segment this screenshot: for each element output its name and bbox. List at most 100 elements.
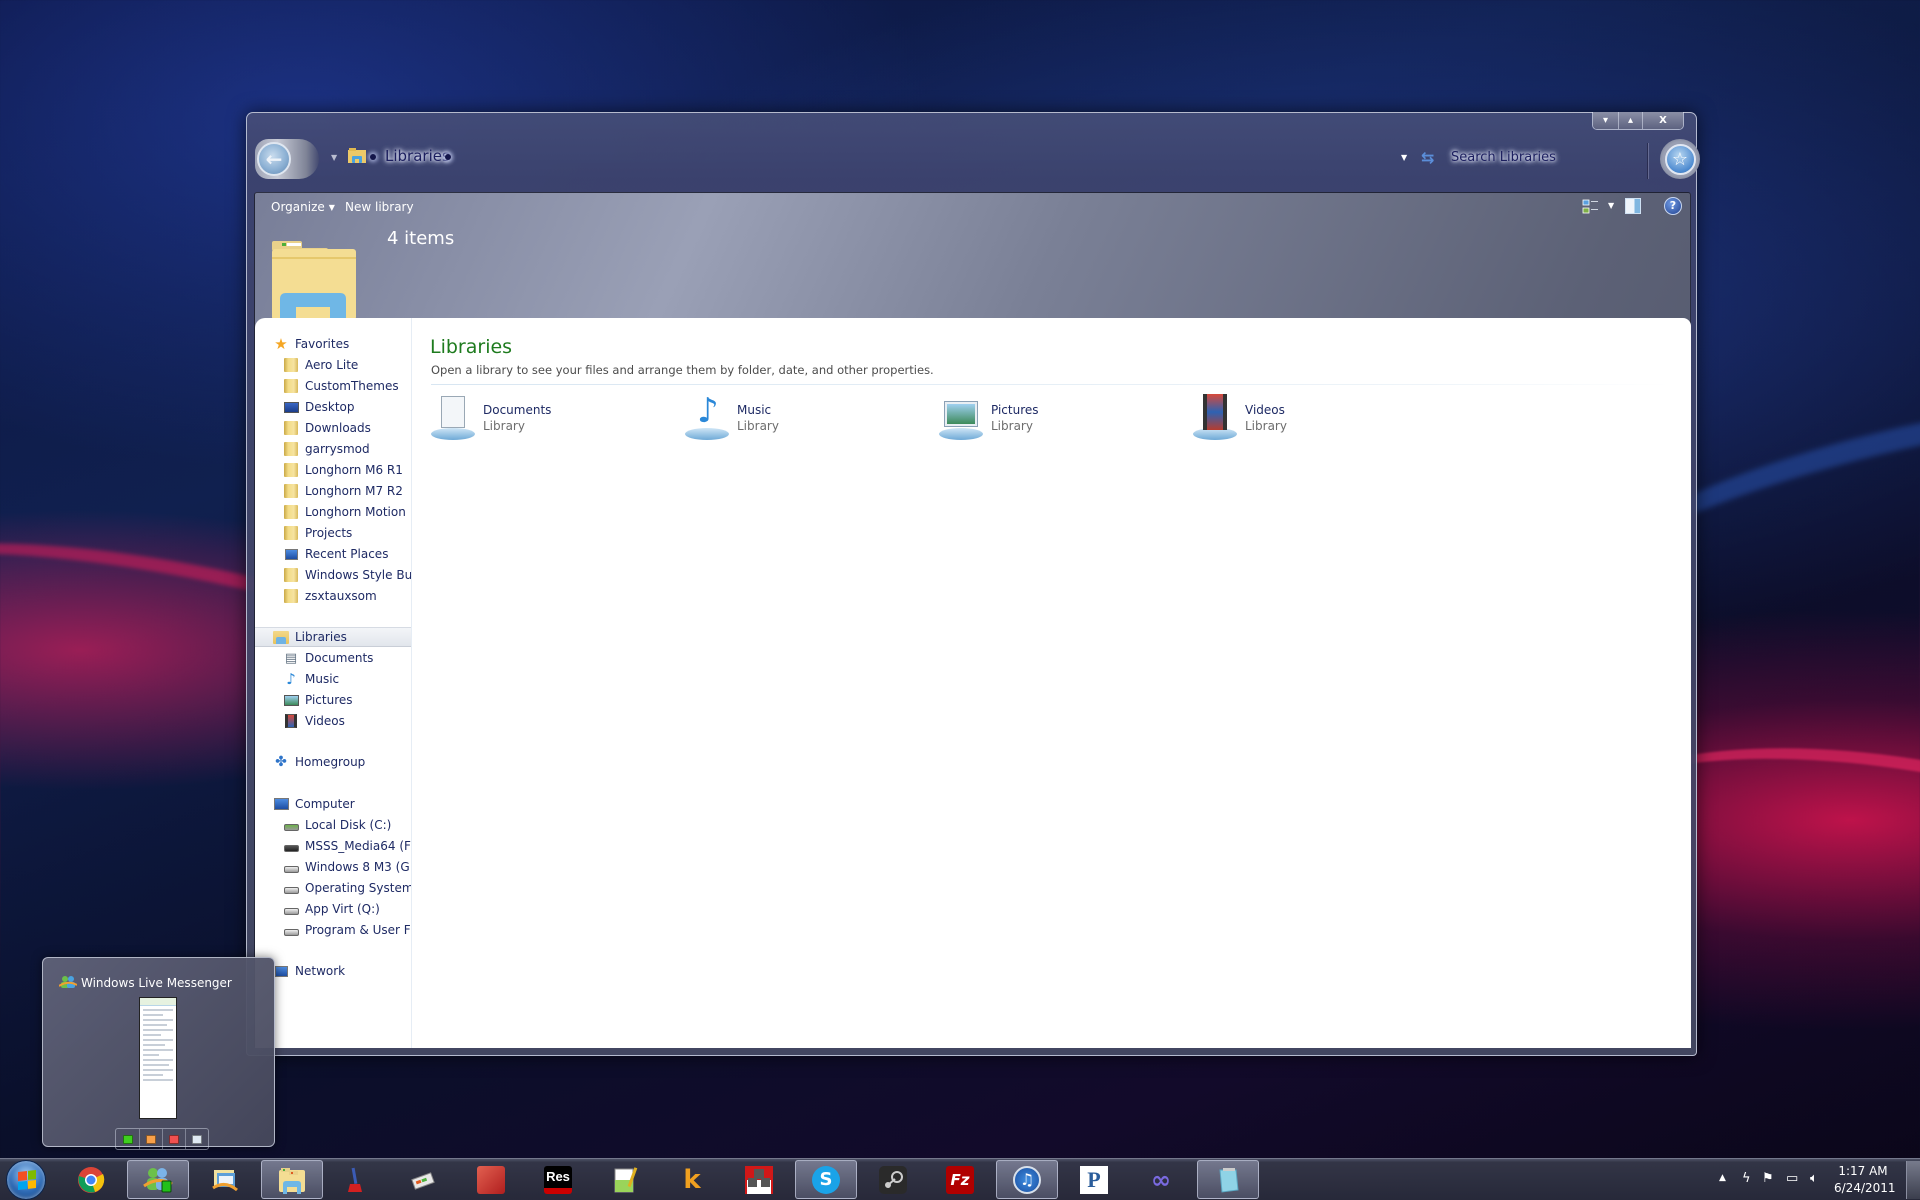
back-arrow-icon: ← xyxy=(257,142,291,176)
clock[interactable]: 1:17 AM 6/24/2011 xyxy=(1834,1163,1896,1197)
power-icon[interactable]: ϟ xyxy=(1742,1171,1751,1186)
library-name: Videos xyxy=(1245,403,1285,417)
taskbar-paint[interactable] xyxy=(325,1160,387,1199)
nav-homegroup[interactable]: ✤ Homegroup xyxy=(255,752,411,772)
nav-libraries[interactable]: Libraries xyxy=(255,627,411,647)
change-view-icon[interactable] xyxy=(1582,198,1600,216)
show-desktop-button[interactable] xyxy=(1906,1161,1920,1199)
folder-icon xyxy=(284,484,298,498)
status-available-button[interactable] xyxy=(116,1129,139,1149)
nav-library-item[interactable]: Pictures xyxy=(255,690,411,710)
taskbar-pdf[interactable] xyxy=(460,1160,522,1199)
taskbar-k-app[interactable]: k xyxy=(661,1160,723,1199)
nav-drive-item[interactable]: Operating Systems ( xyxy=(255,878,411,898)
recent-pages-dropdown[interactable]: ▼ xyxy=(331,153,337,162)
taskbar-skype[interactable]: S xyxy=(795,1160,857,1199)
library-tile-documents[interactable]: Documents Library xyxy=(429,392,679,444)
taskbar-itunes[interactable]: ♫ xyxy=(996,1160,1058,1199)
close-button[interactable]: X xyxy=(1642,112,1683,129)
nav-label: Operating Systems ( xyxy=(305,881,411,895)
view-options-dropdown[interactable]: ▼ xyxy=(1608,201,1614,210)
maximize-button[interactable]: ▴ xyxy=(1618,112,1642,129)
taskbar-visual-studio[interactable]: ∞ xyxy=(1130,1160,1192,1199)
nav-favorite-item[interactable]: garrysmod xyxy=(255,439,411,459)
nav-label: MSSS_Media64 (F:) xyxy=(305,839,412,853)
taskbar-explorer[interactable] xyxy=(261,1160,323,1199)
help-icon[interactable]: ? xyxy=(1664,197,1682,215)
nav-favorite-item[interactable]: Recent Places xyxy=(255,544,411,564)
nav-label: Longhorn M7 R2 xyxy=(305,484,403,498)
nav-favorite-item[interactable]: CustomThemes xyxy=(255,376,411,396)
taskbar-thumbnail-preview[interactable]: Windows Live Messenger xyxy=(42,957,275,1150)
taskbar-resource-hacker[interactable]: Res xyxy=(527,1160,589,1199)
nav-favorite-item[interactable]: Windows Style Build xyxy=(255,565,411,585)
nav-label: Aero Lite xyxy=(305,358,359,372)
nav-library-item[interactable]: ♪ Music xyxy=(255,669,411,689)
preview-pane-icon[interactable] xyxy=(1625,198,1641,214)
taskbar-chrome[interactable] xyxy=(60,1160,122,1199)
nav-drive-item[interactable]: Program & User File xyxy=(255,920,411,940)
address-history-dropdown[interactable]: ▼ xyxy=(1401,153,1407,162)
taskbar-notepadpp[interactable] xyxy=(594,1160,656,1199)
taskbar-style-tool[interactable] xyxy=(392,1160,454,1199)
libraries-icon xyxy=(273,630,289,644)
library-tile-pictures[interactable]: Pictures Library xyxy=(937,392,1187,444)
library-name: Documents xyxy=(483,403,552,417)
nav-favorite-item[interactable]: Longhorn M7 R2 xyxy=(255,481,411,501)
nav-drive-item[interactable]: Windows 8 M3 (G:) xyxy=(255,857,411,877)
nav-favorite-item[interactable]: Longhorn M6 R1 xyxy=(255,460,411,480)
breadcrumb-libraries[interactable]: Libraries xyxy=(385,147,450,165)
nav-library-item[interactable]: Videos xyxy=(255,711,411,731)
status-busy-button[interactable] xyxy=(162,1129,185,1149)
nav-favorite-item[interactable]: zsxtauxsom xyxy=(255,586,411,606)
search-button[interactable]: ☆ xyxy=(1660,139,1700,179)
itunes-icon: ♫ xyxy=(1013,1165,1041,1194)
nav-library-item[interactable]: ▤ Documents xyxy=(255,648,411,668)
minimize-button[interactable]: ▾ xyxy=(1593,112,1618,129)
breadcrumb-separator[interactable] xyxy=(370,154,376,160)
nav-favorite-item[interactable]: Desktop xyxy=(255,397,411,417)
organize-button[interactable]: Organize ▼ xyxy=(271,200,335,214)
back-button[interactable]: ← xyxy=(255,139,319,179)
nav-favorite-item[interactable]: Longhorn Motion xyxy=(255,502,411,522)
nav-drive-item[interactable]: App Virt (Q:) xyxy=(255,899,411,919)
drive-icon xyxy=(283,865,299,873)
breadcrumb-separator[interactable] xyxy=(445,154,451,160)
window-thumbnail[interactable] xyxy=(139,997,177,1119)
nav-favorites[interactable]: ★ Favorites xyxy=(255,334,411,354)
taskbar-notepad[interactable] xyxy=(1197,1160,1259,1199)
command-bar: Organize ▼ New library ▼ ? xyxy=(255,193,1690,223)
taskbar-wintl[interactable] xyxy=(728,1160,790,1199)
taskbar-messenger[interactable] xyxy=(127,1160,189,1199)
status-busy-icon xyxy=(169,1134,179,1144)
nav-drive-item[interactable]: Local Disk (C:) xyxy=(255,815,411,835)
status-offline-button[interactable] xyxy=(185,1129,208,1149)
search-input[interactable]: Search Libraries xyxy=(1451,146,1611,170)
new-library-button[interactable]: New library xyxy=(345,200,414,214)
nav-computer[interactable]: Computer xyxy=(255,794,411,814)
start-button[interactable] xyxy=(6,1160,46,1200)
library-tile-music[interactable]: ♪ Music Library xyxy=(683,392,933,444)
show-hidden-icons-button[interactable]: ▲ xyxy=(1719,1173,1726,1183)
nav-favorite-item[interactable]: Projects xyxy=(255,523,411,543)
nav-drive-item[interactable]: MSSS_Media64 (F:) xyxy=(255,836,412,856)
taskbar-filezilla[interactable]: Fz xyxy=(929,1160,991,1199)
taskbar-mail[interactable] xyxy=(194,1160,256,1199)
action-center-flag-icon[interactable]: ⚑ xyxy=(1762,1171,1774,1186)
address-bar: ← ▼ Libraries ▼ ⇆ Search Libraries ☆ xyxy=(255,139,1700,181)
folder-icon xyxy=(284,379,298,393)
nav-favorite-item[interactable]: Downloads xyxy=(255,418,411,438)
thumbnail-toolbar xyxy=(115,1128,209,1150)
status-away-button[interactable] xyxy=(139,1129,162,1149)
volume-icon[interactable]: 🔈︎ xyxy=(1810,1171,1818,1186)
filezilla-icon: Fz xyxy=(946,1165,974,1194)
network-tray-icon[interactable]: ▭ xyxy=(1786,1171,1798,1186)
taskbar-steam[interactable] xyxy=(862,1160,924,1199)
refresh-icon[interactable]: ⇆ xyxy=(1421,148,1434,167)
nav-network[interactable]: Network xyxy=(255,961,411,981)
taskbar-publisher[interactable]: P xyxy=(1063,1160,1125,1199)
nav-favorite-item[interactable]: Aero Lite xyxy=(255,355,411,375)
library-tile-videos[interactable]: Videos Library xyxy=(1191,392,1441,444)
res-icon: Res xyxy=(544,1165,572,1194)
folder-icon xyxy=(284,442,298,456)
